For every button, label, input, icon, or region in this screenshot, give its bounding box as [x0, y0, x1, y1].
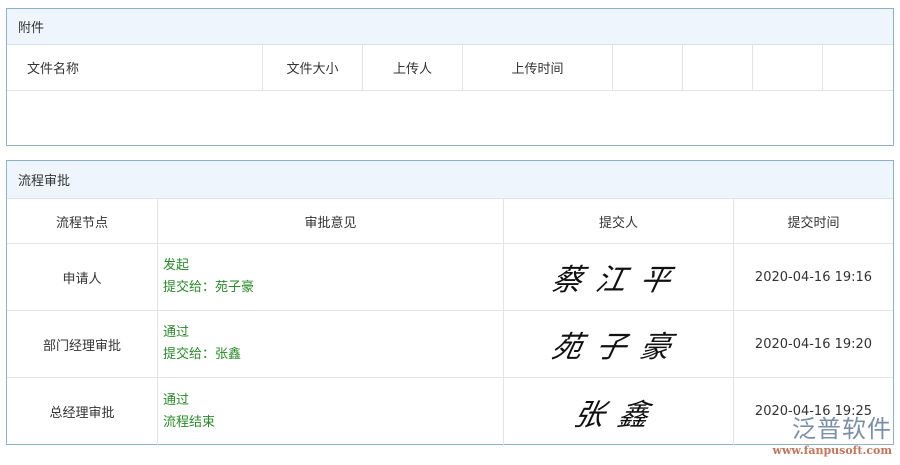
workflow-title: 流程审批 — [7, 161, 893, 199]
signature-image: 张鑫 — [570, 397, 666, 433]
col-empty — [683, 45, 753, 90]
opinion-cell: 发起 提交给：苑子豪 — [158, 244, 504, 310]
col-opinion: 审批意见 — [158, 199, 504, 243]
time-cell: 2020-04-16 19:20 — [754, 336, 873, 352]
workflow-header-row: 流程节点 审批意见 提交人 提交时间 — [7, 199, 893, 244]
opinion-text: 通过 — [163, 325, 190, 340]
col-submit-time: 提交时间 — [787, 215, 840, 231]
next-step-text: 流程结束 — [163, 414, 216, 430]
signature-cell: 苑子豪 — [504, 311, 734, 377]
signature-image: 苑子豪 — [548, 330, 688, 365]
opinion-cell: 通过 流程结束 — [158, 378, 504, 445]
opinion-text: 发起 — [163, 258, 190, 273]
node-cell: 部门经理审批 — [7, 311, 158, 377]
node-cell: 总经理审批 — [7, 378, 158, 445]
col-uploader: 上传人 — [363, 45, 463, 90]
watermark-logo: 泛普软件 www.fanpusoft.com — [772, 409, 892, 457]
next-step-text: 提交给：苑子豪 — [163, 280, 255, 295]
watermark-brand: 泛普软件 — [792, 415, 892, 443]
signature-cell: 张鑫 — [504, 378, 734, 445]
attachments-header-row: 文件名称 文件大小 上传人 上传时间 — [7, 45, 893, 91]
attachments-panel: 附件 文件名称 文件大小 上传人 上传时间 — [6, 8, 894, 146]
watermark-url: www.fanpusoft.com — [772, 444, 892, 457]
table-row: 总经理审批 通过 流程结束 张鑫 2020-04-16 19:25 — [7, 378, 893, 445]
col-empty — [753, 45, 823, 90]
col-file-name: 文件名称 — [7, 45, 263, 90]
col-node: 流程节点 — [7, 199, 158, 243]
signature-image: 蔡江平 — [548, 263, 688, 298]
col-upload-time: 上传时间 — [463, 45, 613, 90]
signature-cell: 蔡江平 — [504, 244, 734, 310]
node-cell: 申请人 — [7, 244, 158, 310]
workflow-panel: 流程审批 流程节点 审批意见 提交人 提交时间 申请人 发起 提交给：苑子豪 蔡… — [6, 160, 894, 445]
col-file-size: 文件大小 — [263, 45, 363, 90]
col-empty — [613, 45, 683, 90]
col-empty — [823, 45, 893, 90]
table-row: 申请人 发起 提交给：苑子豪 蔡江平 2020-04-16 19:16 — [7, 244, 893, 311]
next-step-text: 提交给：张鑫 — [163, 347, 242, 362]
col-submitter: 提交人 — [504, 199, 734, 243]
time-cell: 2020-04-16 19:16 — [754, 269, 873, 285]
opinion-cell: 通过 提交给：张鑫 — [158, 311, 504, 377]
table-row: 部门经理审批 通过 提交给：张鑫 苑子豪 2020-04-16 19:20 — [7, 311, 893, 378]
attachments-title: 附件 — [7, 9, 893, 45]
opinion-text: 通过 — [163, 392, 190, 408]
